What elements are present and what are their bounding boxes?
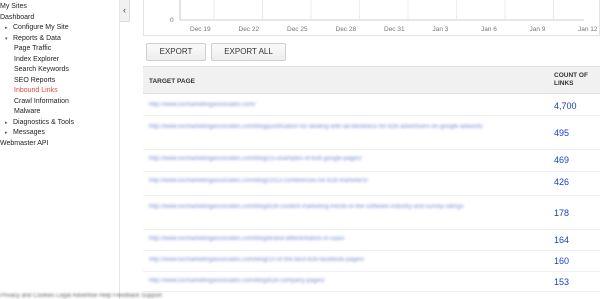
- chart-gridlines: [213, 0, 554, 20]
- export-all-button[interactable]: EXPORT ALL: [211, 43, 286, 61]
- sidebar-nav: My Sites Dashboard ▸ Configure My Site ▾ Repo…: [0, 0, 120, 299]
- table-row: http://www.lucmarketingassociates.com/bl…: [143, 150, 600, 172]
- sidebar-item-label: Crawl Information: [14, 97, 69, 105]
- table-row: http://www.lucmarketingassociates.com/bl…: [143, 272, 600, 292]
- sidebar-item-configure-my-site[interactable]: ▸ Configure My Site: [0, 23, 119, 34]
- sidebar-item-malware[interactable]: Malware: [0, 107, 119, 118]
- sidebar-item-label: Inbound Links: [14, 87, 58, 94]
- table-row: http://www.lucmarketingassociates.com/bl…: [143, 172, 600, 196]
- link-count[interactable]: 160: [554, 256, 569, 266]
- target-page-link[interactable]: http://www.lucmarketingassociates.com/bl…: [149, 256, 529, 264]
- link-count[interactable]: 153: [554, 277, 569, 287]
- table-header: TARGET PAGE COUNT OF LINKS: [143, 66, 600, 94]
- sidebar-item-index-explorer[interactable]: Index Explorer: [0, 55, 119, 66]
- x-tick-label: Dec 31: [384, 26, 405, 33]
- main-content: 0 Dec 19 Dec 22 Dec 25 Dec 28 Dec 31 Jan 3 Jan…: [143, 0, 600, 299]
- sidebar-item-crawl-information[interactable]: Crawl Information: [0, 97, 119, 108]
- table-row: http://www.lucmarketingassociates.com/bl…: [143, 116, 600, 150]
- sidebar-item-my-sites[interactable]: My Sites: [0, 2, 119, 13]
- caret-down-icon: ▾: [5, 35, 8, 42]
- footer-links: Privacy and Cookies Legal Advertise Help…: [0, 293, 163, 299]
- target-page-link[interactable]: http://www.lucmarketingassociates.com/: [149, 101, 529, 109]
- x-tick-label: Jan 6: [481, 26, 497, 33]
- sidebar-item-label: Messages: [13, 129, 45, 136]
- x-tick-label: Dec 22: [239, 26, 260, 33]
- column-header-count-line1: COUNT OF: [554, 72, 588, 79]
- chart-x-ticks: Dec 19 Dec 22 Dec 25 Dec 28 Dec 31 Jan 3 Jan 6…: [190, 26, 598, 33]
- link-count[interactable]: 469: [554, 155, 569, 165]
- sidebar-item-label: My Sites: [0, 3, 27, 10]
- table-row: http://www.lucmarketingassociates.com/bl…: [143, 230, 600, 251]
- link-count[interactable]: 4,700: [554, 101, 577, 111]
- sidebar-item-label: Malware: [14, 108, 41, 115]
- sidebar-item-label: Page Traffic: [14, 45, 52, 52]
- sidebar-item-dashboard[interactable]: Dashboard: [0, 13, 119, 24]
- target-page-link[interactable]: http://www.lucmarketingassociates.com/bl…: [149, 123, 529, 131]
- x-tick-label: Dec 25: [287, 26, 308, 33]
- column-header-count-of-links[interactable]: COUNT OF LINKS: [554, 72, 598, 88]
- target-page-link[interactable]: http://www.lucmarketingassociates.com/bl…: [149, 177, 529, 185]
- caret-right-icon: ▸: [5, 25, 8, 31]
- sidebar-item-label: Webmaster API: [0, 139, 49, 147]
- sidebar-item-page-traffic[interactable]: Page Traffic: [0, 44, 119, 55]
- sidebar-item-label: SEO Reports: [14, 76, 56, 84]
- caret-right-icon: ▸: [5, 130, 8, 136]
- link-count[interactable]: 178: [554, 208, 569, 218]
- export-button[interactable]: EXPORT: [146, 43, 206, 61]
- sidebar-item-diagnostics-tools[interactable]: ▸ Diagnostics & Tools: [0, 118, 119, 129]
- sidebar-list: My Sites Dashboard ▸ Configure My Site ▾ Repo…: [0, 0, 119, 149]
- sidebar-item-label: Reports & Data: [13, 34, 61, 42]
- x-tick-label: Jan 9: [530, 26, 546, 33]
- link-count[interactable]: 426: [554, 177, 569, 187]
- sidebar-item-label: Index Explorer: [14, 55, 60, 63]
- link-count[interactable]: 495: [554, 128, 569, 138]
- sidebar-item-label: Configure My Site: [13, 24, 69, 31]
- column-header-count-line2: LINKS: [554, 80, 574, 87]
- x-tick-label: Jan 3: [433, 26, 449, 33]
- link-count[interactable]: 164: [554, 235, 569, 245]
- table-row: http://www.lucmarketingassociates.com/bl…: [143, 196, 600, 230]
- sidebar-item-label: Diagnostics & Tools: [13, 118, 74, 126]
- y-tick-zero: 0: [170, 17, 174, 24]
- x-tick-label: Dec 19: [190, 26, 211, 33]
- target-page-link[interactable]: http://www.lucmarketingassociates.com/bl…: [149, 203, 529, 211]
- x-tick-label: Jan 12: [578, 26, 598, 33]
- chart-svg: 0 Dec 19 Dec 22 Dec 25 Dec 28 Dec 31 Jan 3 Jan…: [170, 0, 598, 33]
- x-tick-label: Dec 28: [336, 26, 357, 33]
- table-row: http://www.lucmarketingassociates.com/bl…: [143, 251, 600, 272]
- sidebar-item-inbound-links[interactable]: Inbound Links: [0, 86, 119, 97]
- links-chart: 0 Dec 19 Dec 22 Dec 25 Dec 28 Dec 31 Jan 3 Jan…: [143, 0, 600, 36]
- target-page-link[interactable]: http://www.lucmarketingassociates.com/bl…: [149, 235, 529, 243]
- caret-right-icon: ▸: [5, 119, 8, 126]
- sidebar-item-search-keywords[interactable]: Search Keywords: [0, 65, 119, 76]
- column-header-target-page[interactable]: TARGET PAGE: [149, 78, 195, 85]
- table-row: http://www.lucmarketingassociates.com/4,…: [143, 96, 600, 116]
- target-page-link[interactable]: http://www.lucmarketingassociates.com/bl…: [149, 277, 529, 285]
- chevron-left-icon: ‹: [123, 5, 126, 15]
- sidebar-item-seo-reports[interactable]: SEO Reports: [0, 76, 119, 87]
- sidebar-item-reports-data[interactable]: ▾ Reports & Data: [0, 34, 119, 45]
- target-page-link[interactable]: http://www.lucmarketingassociates.com/bl…: [149, 155, 529, 163]
- sidebar-item-label: Search Keywords: [14, 66, 69, 73]
- sidebar-item-webmaster-api[interactable]: Webmaster API: [0, 139, 119, 150]
- sidebar-item-label: Dashboard: [0, 13, 35, 21]
- collapse-sidebar-button[interactable]: ‹: [120, 0, 130, 22]
- sidebar-item-messages[interactable]: ▸ Messages: [0, 128, 119, 139]
